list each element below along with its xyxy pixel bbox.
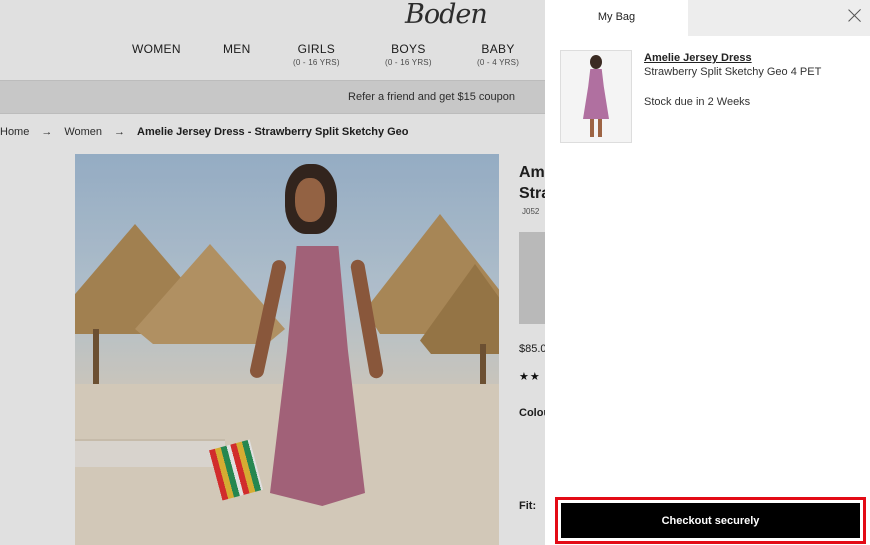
mini-model-dress	[583, 69, 609, 119]
tab-my-bag[interactable]: My Bag	[545, 0, 688, 37]
close-icon[interactable]	[846, 7, 864, 25]
bag-item-name-link[interactable]: Amelie Jersey Dress	[644, 52, 752, 64]
bag-item-model	[581, 55, 611, 139]
bag-item-variant: Strawberry Split Sketchy Geo 4 PET	[644, 66, 822, 78]
bag-drawer: My Bag Amelie Jersey Dress Strawberry Sp…	[545, 0, 870, 545]
bag-item-stock: Stock due in 2 Weeks	[644, 96, 751, 108]
mini-model-leg	[590, 119, 594, 137]
checkout-button[interactable]: Checkout securely	[561, 503, 860, 538]
mini-model-hair	[590, 55, 602, 69]
tab-my-bag-label: My Bag	[597, 11, 636, 23]
drawer-tabs: My Bag	[545, 0, 870, 37]
bag-item-image[interactable]	[560, 50, 632, 143]
page-dim-overlay[interactable]	[0, 0, 545, 545]
mini-model-leg	[598, 119, 602, 137]
checkout-highlight: Checkout securely	[555, 497, 866, 544]
